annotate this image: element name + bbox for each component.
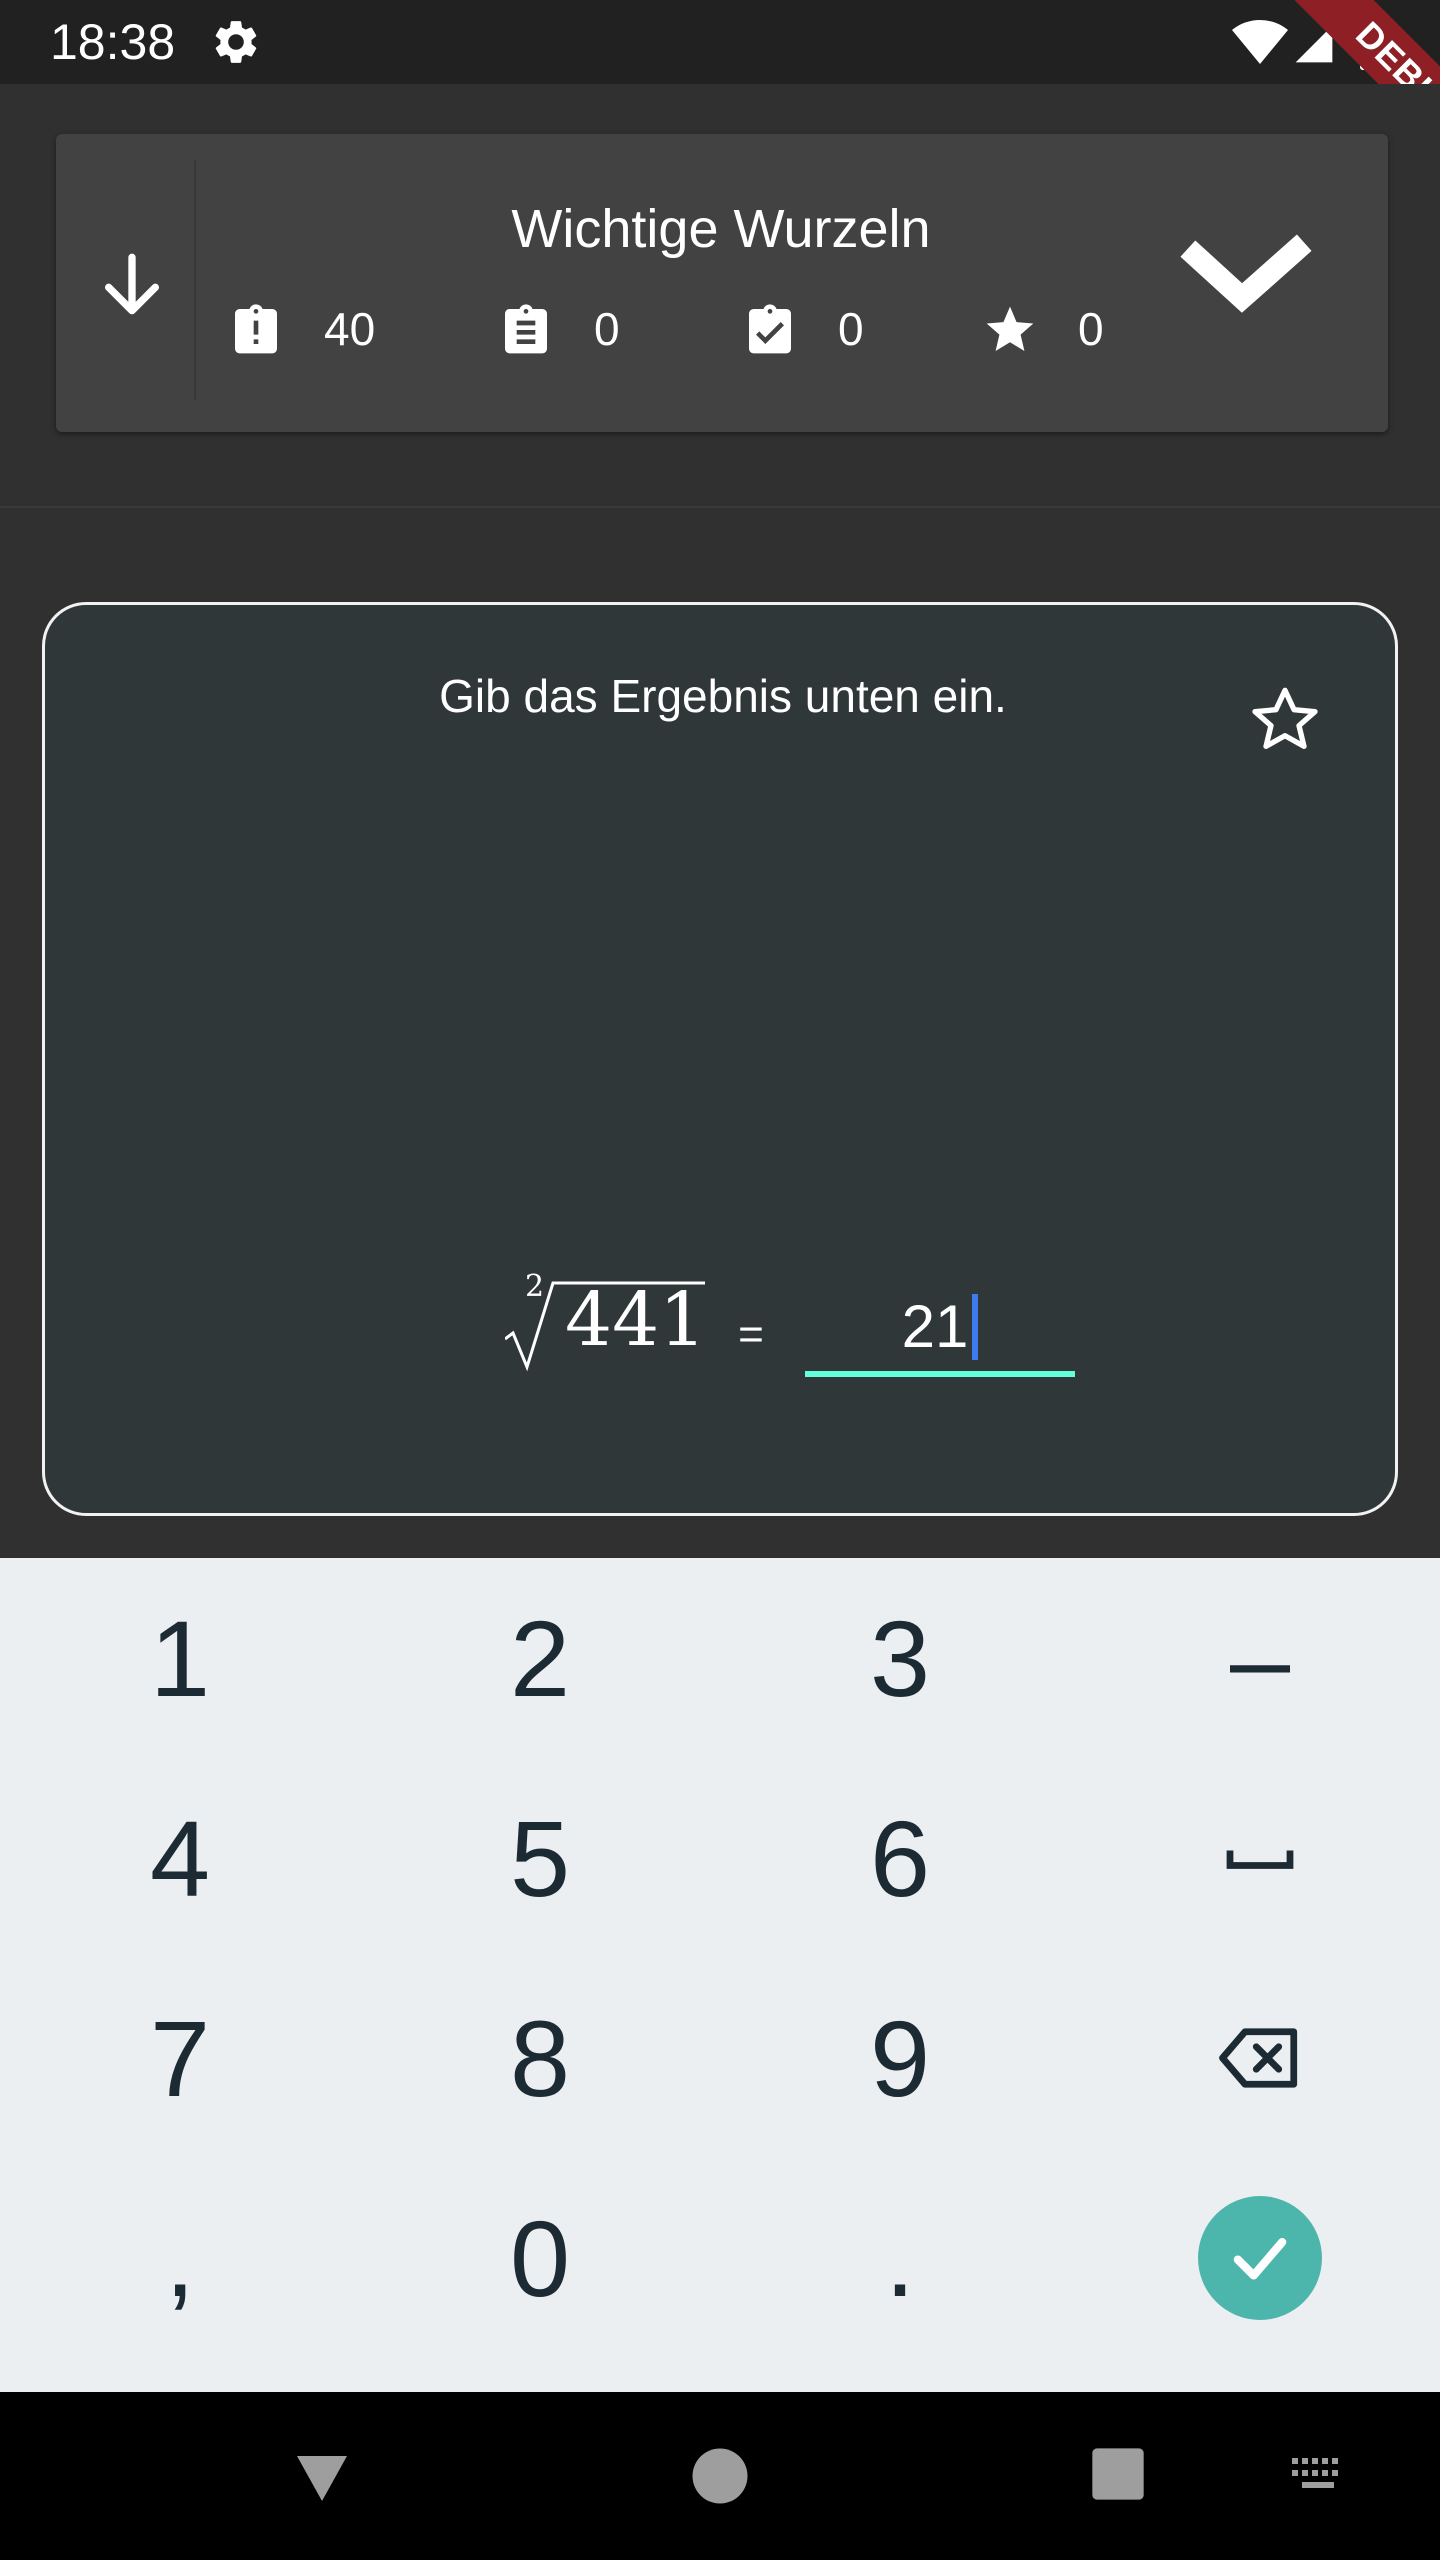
key-8[interactable]: 8 [360,1958,720,2158]
home-icon[interactable] [690,2446,750,2506]
clipboard-check-icon [749,304,791,354]
backspace-icon [1219,2028,1298,2088]
star-icon [986,306,1034,351]
navigation-bar [0,2392,1440,2560]
recents-icon[interactable] [1090,2446,1146,2502]
done-button[interactable] [1198,2196,1322,2320]
equals-sign: = [738,1310,764,1359]
card-divider [194,160,196,400]
key-6[interactable]: 6 [720,1758,1080,1958]
stat-done-value: 0 [838,303,864,355]
key-space[interactable] [1080,1758,1440,1958]
radicand: 441 [565,1277,707,1363]
stat-done: 0 [742,294,942,364]
space-icon [1226,1850,1294,1869]
set-title: Wichtige Wurzeln [511,199,931,259]
answer-value[interactable]: 21 [805,1287,1075,1367]
check-icon[interactable] [1166,214,1326,344]
stat-open-value: 0 [594,303,620,355]
key-4[interactable]: 4 [0,1758,360,1958]
set-card[interactable]: Wichtige Wurzeln 40 0 0 0 [56,134,1388,432]
key-9[interactable]: 9 [720,1958,1080,2158]
stat-open: 0 [498,294,698,364]
stat-favorites: 0 [982,294,1182,364]
signal-icon [1295,25,1333,63]
stat-questions: 40 [228,294,428,364]
question-card: Gib das Ergebnis unten ein. 2 441 = 21 [42,602,1398,1516]
status-bar: 18:38 [0,0,1440,84]
key-0[interactable]: 0 [360,2158,720,2358]
answer-text: 21 [901,1293,969,1360]
text-caret [972,1294,979,1361]
math-expression: 2 441 [465,1265,707,1375]
key-7[interactable]: 7 [0,1958,360,2158]
key-backspace[interactable] [1080,1958,1440,2158]
clipboard-alert-icon [235,304,277,354]
stat-favorites-value: 0 [1078,303,1104,355]
battery-icon [1360,16,1388,70]
key-5[interactable]: 5 [360,1758,720,1958]
checkmark-icon [1233,2238,1287,2280]
key-2[interactable]: 2 [360,1558,720,1758]
key-done[interactable] [1080,2158,1440,2358]
keyboard-icon[interactable] [1290,2454,1346,2498]
arrow-down-icon[interactable] [92,244,172,324]
key-1[interactable]: 1 [0,1558,360,1758]
star-outline-icon[interactable] [1245,681,1325,761]
clipboard-text-icon [505,304,547,354]
answer-input[interactable]: 21 [805,1281,1075,1377]
wifi-icon [1232,19,1288,65]
back-icon[interactable] [292,2446,352,2506]
status-time: 18:38 [50,14,176,70]
key-comma[interactable]: , [0,2158,360,2358]
gear-icon [215,21,257,63]
key-period[interactable]: . [720,2158,1080,2358]
key-3[interactable]: 3 [720,1558,1080,1758]
instruction-text: Gib das Ergebnis unten ein. [439,670,1007,722]
key-minus[interactable]: – [1080,1558,1440,1758]
numeric-keypad: 1 2 3 – 4 5 6 7 8 9 , 0 . [0,1558,1440,2392]
root-index: 2 [525,1269,545,1304]
stat-questions-value: 40 [324,303,376,355]
